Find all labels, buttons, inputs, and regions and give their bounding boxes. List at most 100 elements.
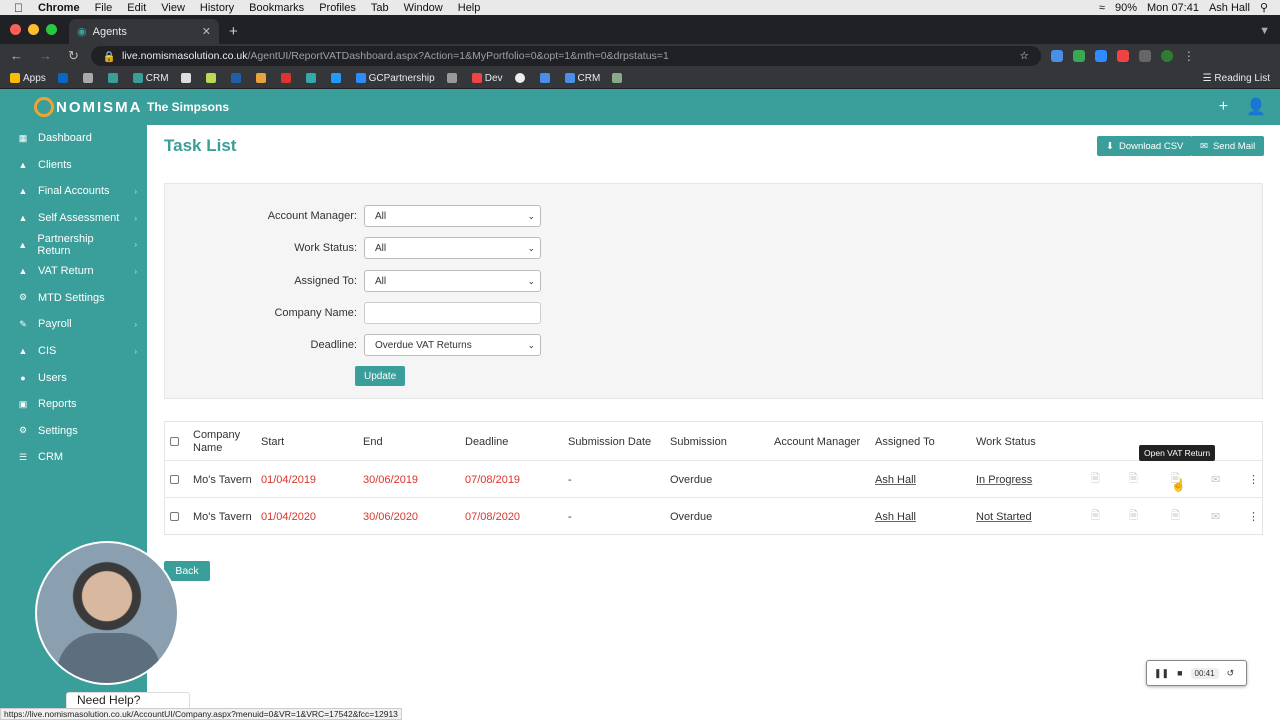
- document-icon[interactable]: 🗎: [1091, 461, 1100, 498]
- header-start[interactable]: Start: [261, 422, 284, 461]
- bookmark-item[interactable]: [305, 72, 319, 84]
- cell-company[interactable]: Mo's Tavern: [193, 461, 252, 498]
- close-tab-icon[interactable]: ✕: [202, 25, 211, 38]
- download-csv-button[interactable]: ⬇ Download CSV: [1097, 136, 1193, 156]
- work-status-select[interactable]: All ⌄: [364, 237, 541, 259]
- bookmark-item[interactable]: [57, 72, 71, 84]
- nomisma-logo[interactable]: NOMISMA: [0, 97, 147, 117]
- minimize-window-button[interactable]: [28, 24, 39, 35]
- bookmark-item[interactable]: [514, 72, 528, 84]
- open-vat-return-icon[interactable]: 🗎: [1171, 498, 1180, 535]
- bookmark-crm-2[interactable]: CRM: [564, 73, 600, 84]
- deadline-select[interactable]: Overdue VAT Returns ⌄: [364, 334, 541, 356]
- bookmark-item[interactable]: [255, 72, 269, 84]
- more-options-icon[interactable]: ⋮: [1248, 498, 1259, 535]
- new-tab-button[interactable]: +: [219, 23, 248, 44]
- menu-window[interactable]: Window: [404, 2, 443, 14]
- row-checkbox[interactable]: [170, 498, 179, 535]
- header-end[interactable]: End: [363, 422, 383, 461]
- stop-icon[interactable]: ■: [1177, 668, 1182, 678]
- back-arrow-icon[interactable]: ←: [10, 48, 23, 64]
- more-options-icon[interactable]: ⋮: [1248, 461, 1259, 498]
- bookmark-gcpartnership[interactable]: GCPartnership: [355, 73, 435, 84]
- extension-icon[interactable]: [1050, 50, 1063, 62]
- bookmark-item[interactable]: [280, 72, 294, 84]
- header-submission-date[interactable]: Submission Date: [568, 422, 651, 461]
- sidebar-item-final-accounts[interactable]: ▲ Final Accounts ›: [0, 178, 147, 205]
- extension-icon[interactable]: [1116, 50, 1129, 62]
- header-deadline[interactable]: Deadline: [465, 422, 508, 461]
- menu-history[interactable]: History: [200, 2, 234, 14]
- bookmark-apps[interactable]: Apps: [10, 73, 46, 84]
- forward-arrow-icon[interactable]: →: [39, 48, 52, 64]
- menu-tab[interactable]: Tab: [371, 2, 389, 14]
- tab-agents[interactable]: ◉ Agents ✕: [69, 19, 219, 44]
- sidebar-item-payroll[interactable]: ✎ Payroll ›: [0, 311, 147, 338]
- sidebar-item-clients[interactable]: ▲ Clients: [0, 152, 147, 179]
- update-button[interactable]: Update: [355, 366, 406, 386]
- report-icon[interactable]: 🗎: [1129, 461, 1138, 498]
- header-account-manager[interactable]: Account Manager: [774, 422, 860, 461]
- header-submission[interactable]: Submission: [670, 422, 727, 461]
- search-icon[interactable]: ⚲: [1260, 1, 1268, 14]
- cell-work-status[interactable]: In Progress: [976, 461, 1032, 498]
- bookmark-item[interactable]: [612, 72, 625, 84]
- tab-search-icon[interactable]: ▼: [1249, 25, 1280, 44]
- sidebar-item-vat-return[interactable]: ▲ VAT Return ›: [0, 258, 147, 285]
- sidebar-item-reports[interactable]: ▣ Reports: [0, 391, 147, 418]
- bookmark-item[interactable]: [180, 72, 194, 84]
- menu-edit[interactable]: Edit: [127, 2, 146, 14]
- back-button[interactable]: Back: [164, 561, 210, 581]
- menu-file[interactable]: File: [95, 2, 113, 14]
- bookmark-item[interactable]: [446, 72, 460, 84]
- document-icon[interactable]: 🗎: [1091, 498, 1100, 535]
- menu-help[interactable]: Help: [458, 2, 481, 14]
- sidebar-item-crm[interactable]: ☰ CRM: [0, 444, 147, 471]
- menu-dots-icon[interactable]: ⋮: [1183, 49, 1195, 63]
- account-manager-select[interactable]: All ⌄: [364, 205, 541, 227]
- sidebar-item-self-assessment[interactable]: ▲ Self Assessment ›: [0, 205, 147, 232]
- add-icon[interactable]: +: [1219, 98, 1228, 116]
- menu-bookmarks[interactable]: Bookmarks: [249, 2, 304, 14]
- reading-list[interactable]: ☰ Reading List: [1203, 73, 1280, 84]
- profile-avatar[interactable]: [1160, 50, 1173, 62]
- app-menu[interactable]: Chrome: [38, 2, 80, 14]
- sidebar-item-users[interactable]: ● Users: [0, 364, 147, 391]
- bookmark-item[interactable]: [230, 72, 244, 84]
- company-name-input[interactable]: [364, 302, 541, 324]
- reload-icon[interactable]: ↻: [68, 48, 79, 64]
- email-icon[interactable]: ✉: [1211, 461, 1220, 498]
- send-mail-button[interactable]: ✉ Send Mail: [1191, 136, 1265, 156]
- bookmark-star-icon[interactable]: ☆: [1019, 50, 1028, 62]
- bookmark-item[interactable]: [107, 72, 121, 84]
- extension-icon[interactable]: [1072, 50, 1085, 62]
- bookmark-item[interactable]: [330, 72, 344, 84]
- address-bar[interactable]: 🔒 live.nomismasolution.co.uk /AgentUI/Re…: [90, 46, 1041, 66]
- wifi-icon[interactable]: ≈: [1099, 2, 1105, 14]
- puzzle-icon[interactable]: [1138, 50, 1151, 62]
- sidebar-item-dashboard[interactable]: ▦ Dashboard: [0, 125, 147, 152]
- cell-work-status[interactable]: Not Started: [976, 498, 1032, 535]
- header-assigned-to[interactable]: Assigned To: [875, 422, 935, 461]
- report-icon[interactable]: 🗎: [1129, 498, 1138, 535]
- cell-assigned-to[interactable]: Ash Hall: [875, 461, 916, 498]
- bookmark-item[interactable]: [205, 72, 219, 84]
- battery-level[interactable]: 90%: [1115, 2, 1137, 14]
- email-icon[interactable]: ✉: [1211, 498, 1220, 535]
- bookmark-crm[interactable]: CRM: [132, 73, 169, 84]
- menubar-user[interactable]: Ash Hall: [1209, 2, 1250, 14]
- sidebar-item-settings[interactable]: ⚙ Settings: [0, 418, 147, 445]
- header-work-status[interactable]: Work Status: [976, 422, 1036, 461]
- cell-assigned-to[interactable]: Ash Hall: [875, 498, 916, 535]
- zoom-window-button[interactable]: [46, 24, 57, 35]
- clock[interactable]: Mon 07:41: [1147, 2, 1199, 14]
- menu-view[interactable]: View: [161, 2, 185, 14]
- pause-icon[interactable]: ❚❚: [1154, 668, 1169, 679]
- menu-profiles[interactable]: Profiles: [319, 2, 356, 14]
- close-window-button[interactable]: [10, 24, 21, 35]
- apple-icon[interactable]: : [14, 1, 23, 15]
- header-company-name[interactable]: Company Name: [193, 422, 253, 461]
- cell-company[interactable]: Mo's Tavern: [193, 498, 252, 535]
- select-all-checkbox[interactable]: [170, 422, 179, 461]
- user-avatar-icon[interactable]: 👤: [1246, 97, 1266, 117]
